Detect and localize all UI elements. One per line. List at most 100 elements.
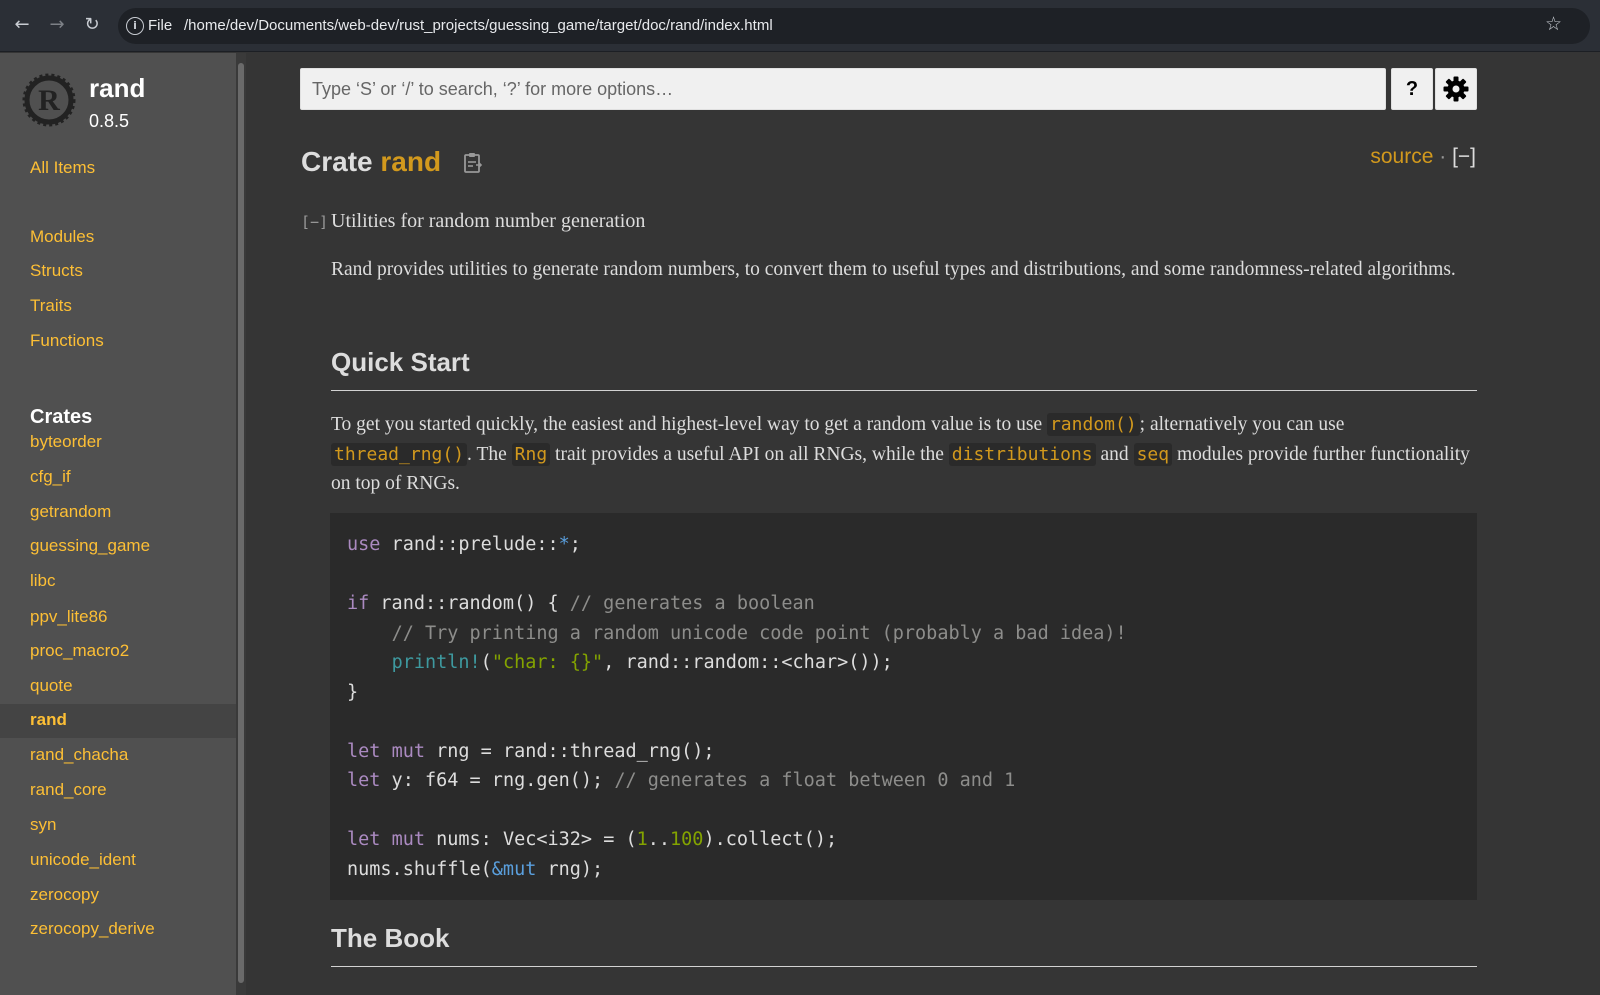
separator: · [1439, 145, 1447, 168]
reload-icon[interactable]: ↻ [79, 12, 105, 38]
collapse-docblock-toggle[interactable]: [−] [301, 213, 328, 231]
crate-summary: Utilities for random number generation [331, 210, 646, 232]
rng-trait-link[interactable]: Rng [511, 442, 551, 466]
quick-start-paragraph: To get you started quickly, the easiest … [331, 410, 1477, 499]
address-bar[interactable]: i File /home/dev/Documents/web-dev/rust_… [118, 8, 1590, 44]
clipboard-icon[interactable] [462, 151, 484, 175]
sidebar-crate-quote[interactable]: quote [30, 676, 73, 696]
sidebar-crate-rand-chacha[interactable]: rand_chacha [30, 745, 128, 765]
sidebar-item-functions[interactable]: Functions [30, 331, 104, 351]
qs-text-4: trait provides a useful API on all RNGs,… [550, 443, 949, 465]
bookmark-star-icon[interactable]: ☆ [1545, 13, 1562, 35]
code-token: rng); [536, 858, 604, 880]
gear-icon [1443, 76, 1469, 102]
code-token: ; [569, 534, 581, 555]
sidebar-crate-libc[interactable]: libc [30, 571, 56, 591]
code-token: let [347, 770, 381, 791]
help-button[interactable]: ? [1391, 68, 1433, 110]
sidebar-crate-syn[interactable]: syn [30, 815, 56, 835]
forward-arrow-icon[interactable]: → [44, 12, 70, 38]
code-token: .. [647, 829, 671, 850]
qs-text-1: To get you started quickly, the easiest … [331, 414, 1047, 435]
code-token: rand::random() { [369, 593, 570, 614]
qs-text-5: and [1095, 443, 1134, 465]
code-token: , rand::random::<char>()); [603, 652, 893, 673]
search-input[interactable] [300, 68, 1386, 110]
sidebar-crate-proc-macro2[interactable]: proc_macro2 [30, 641, 129, 661]
code-token: if [347, 593, 370, 614]
code-token: ).collect(); [703, 829, 838, 850]
sidebar-item-structs[interactable]: Structs [30, 261, 83, 281]
settings-button[interactable] [1435, 68, 1477, 110]
page-title: Crate rand [301, 146, 441, 178]
thread-rng-link[interactable]: thread_rng() [331, 442, 468, 466]
sidebar-crate-ppv-lite86[interactable]: ppv_lite86 [30, 607, 108, 627]
code-example: use rand::prelude::*; if rand::random() … [330, 513, 1477, 900]
random-fn-link[interactable]: random() [1046, 413, 1140, 436]
sidebar-crate-zerocopy-derive[interactable]: zerocopy_derive [30, 919, 155, 939]
sidebar-crate-getrandom[interactable]: getrandom [30, 502, 111, 522]
url-text[interactable]: /home/dev/Documents/web-dev/rust_project… [184, 17, 773, 34]
qs-text-3: . The [467, 443, 512, 465]
sidebar-crates-heading: Crates [30, 406, 93, 428]
sidebar: R rand 0.8.5 All Items Modules Structs T… [0, 53, 236, 995]
sidebar-scrollbar[interactable] [236, 53, 246, 995]
title-prefix: Crate [301, 146, 373, 177]
sidebar-crate-unicode-ident[interactable]: unicode_ident [30, 850, 136, 870]
quick-start-heading[interactable]: Quick Start [331, 347, 1477, 391]
back-arrow-icon[interactable]: ← [9, 12, 35, 38]
code-text: use rand::prelude::*; if rand::random() … [347, 530, 1460, 884]
code-string: "char: {}" [491, 652, 604, 673]
sidebar-crate-version: 0.8.5 [89, 111, 130, 131]
code-comment: // Try printing a random unicode code po… [391, 622, 1127, 644]
code-token: * [558, 534, 570, 555]
qs-text-2: ; alternatively you can use [1139, 414, 1345, 435]
distributions-link[interactable]: distributions [948, 442, 1096, 466]
code-number: 100 [670, 829, 704, 850]
toggle-all-docs[interactable]: [−] [1452, 145, 1476, 168]
code-token: let [347, 829, 381, 850]
code-token: mut [391, 829, 425, 850]
code-token: rng = rand::thread_rng(); [424, 740, 715, 762]
code-token: rand::prelude:: [380, 534, 559, 555]
sidebar-item-traits[interactable]: Traits [30, 296, 72, 316]
code-token: } [347, 681, 359, 703]
code-token: nums.shuffle( [347, 858, 492, 880]
rust-logo-icon[interactable]: R [22, 73, 76, 127]
code-token: &mut [491, 858, 537, 880]
browser-toolbar: ← → ↻ i File /home/dev/Documents/web-dev… [0, 0, 1600, 52]
sidebar-crate-rand[interactable]: rand [30, 710, 67, 730]
code-token: mut [391, 740, 425, 762]
crate-intro: Rand provides utilities to generate rand… [331, 259, 1456, 280]
sidebar-crate-rand-core[interactable]: rand_core [30, 780, 107, 800]
sidebar-item-modules[interactable]: Modules [30, 227, 94, 247]
sidebar-all-items[interactable]: All Items [30, 158, 95, 178]
scrollbar-thumb[interactable] [238, 63, 244, 983]
code-token: nums: Vec<i32> = ( [424, 829, 637, 850]
sidebar-crate-zerocopy[interactable]: zerocopy [30, 885, 99, 905]
source-links: source · [−] [1370, 145, 1476, 169]
file-scheme-label: File [148, 17, 173, 34]
source-link[interactable]: source [1370, 145, 1433, 168]
code-comment: // generates a float between 0 and 1 [614, 770, 1016, 791]
sidebar-crate-cfg-if[interactable]: cfg_if [30, 467, 71, 487]
code-comment: // generates a boolean [569, 593, 815, 614]
the-book-heading[interactable]: The Book [331, 923, 1477, 967]
title-crate-name[interactable]: rand [380, 146, 441, 177]
svg-text:R: R [38, 84, 60, 117]
seq-link[interactable]: seq [1133, 442, 1173, 466]
sidebar-crate-guessing-game[interactable]: guessing_game [30, 536, 150, 556]
code-token: use [347, 534, 381, 555]
sidebar-crate-byteorder[interactable]: byteorder [30, 432, 102, 452]
code-token: let [347, 740, 381, 762]
sidebar-crate-name[interactable]: rand [89, 73, 145, 104]
code-token: ( [480, 652, 492, 673]
code-number: 1 [636, 829, 648, 850]
code-token: y: f64 = rng.gen(); [380, 770, 615, 791]
info-icon[interactable]: i [126, 17, 144, 35]
code-macro: println! [391, 652, 481, 673]
